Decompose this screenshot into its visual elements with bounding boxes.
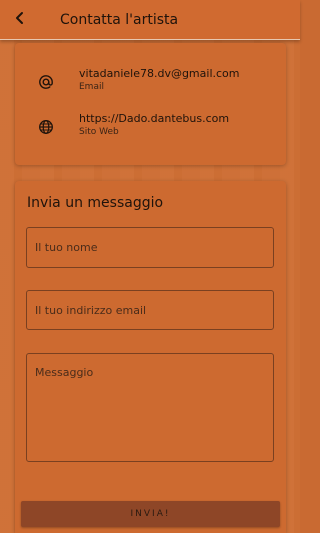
back-button[interactable] bbox=[0, 0, 40, 40]
form-title: Invia un messaggio bbox=[27, 195, 164, 211]
name-input[interactable] bbox=[26, 227, 274, 268]
email-label: Email bbox=[79, 82, 104, 92]
globe-icon bbox=[37, 118, 55, 136]
message-form-card: Invia un messaggio INVIA! bbox=[15, 181, 286, 533]
website-value: https://Dado.dantebus.com bbox=[79, 112, 230, 125]
arrow-left-icon bbox=[13, 10, 27, 29]
app-bar: Contatta l'artista bbox=[0, 0, 300, 40]
send-button[interactable]: INVIA! bbox=[21, 501, 280, 527]
email-value: vitadaniele78.dv@gmail.com bbox=[79, 67, 240, 80]
email-input[interactable] bbox=[26, 290, 274, 330]
contact-website-row[interactable]: https://Dado.dantebus.com Sito Web bbox=[15, 112, 286, 152]
message-input[interactable] bbox=[26, 353, 274, 462]
page-title: Contatta l'artista bbox=[60, 11, 179, 28]
at-sign-icon bbox=[37, 73, 55, 91]
website-label: Sito Web bbox=[79, 127, 119, 137]
contact-info-card: vitadaniele78.dv@gmail.com Email https:/… bbox=[15, 43, 286, 165]
contact-email-row[interactable]: vitadaniele78.dv@gmail.com Email bbox=[15, 67, 286, 107]
